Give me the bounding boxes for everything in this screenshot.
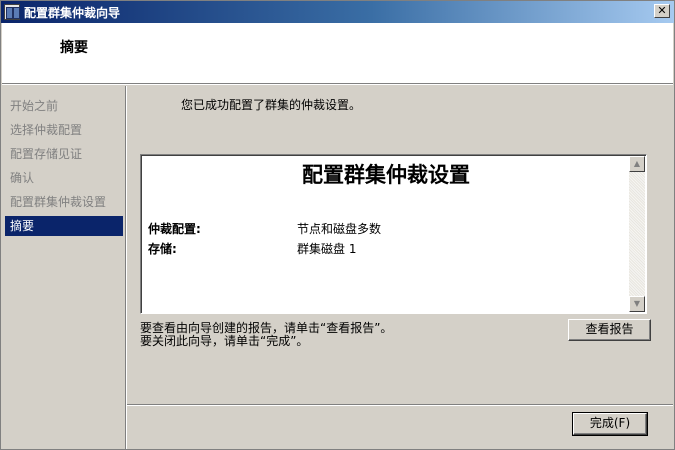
- quorum-config-value: 节点和磁盘多数: [297, 222, 382, 236]
- step-before-you-begin: 开始之前: [10, 99, 59, 113]
- finish-button[interactable]: 完成(F): [572, 412, 648, 436]
- footer-divider-highlight: [127, 405, 673, 406]
- report-view[interactable]: 配置群集仲裁设置 仲裁配置: 节点和磁盘多数 存储: 群集磁盘 1 ▲ ▼: [140, 154, 647, 314]
- wizard-steps: 开始之前 选择仲裁配置 配置存储见证 确认 配置群集仲裁设置 摘要: [2, 86, 126, 449]
- storage-label: 存储:: [148, 242, 177, 256]
- report-scrollbar[interactable]: ▲ ▼: [629, 156, 645, 312]
- scroll-down-icon[interactable]: ▼: [629, 296, 645, 312]
- step-select-quorum-config: 选择仲裁配置: [10, 123, 83, 137]
- view-report-button[interactable]: 查看报告: [568, 319, 651, 341]
- quorum-config-label: 仲裁配置:: [148, 222, 201, 236]
- success-message: 您已成功配置了群集的仲裁设置。: [181, 98, 362, 112]
- title-bar[interactable]: 配置群集仲裁向导 ✕: [1, 1, 674, 23]
- step-configure-quorum-settings: 配置群集仲裁设置: [10, 195, 107, 209]
- close-wizard-hint: 要关闭此向导，请单击“完成”。: [140, 334, 309, 348]
- cluster-icon: [4, 4, 20, 20]
- close-button[interactable]: ✕: [654, 4, 670, 18]
- header-divider: [2, 84, 673, 85]
- wizard-window: 配置群集仲裁向导 ✕ 摘要 开始之前 选择仲裁配置 配置存储见证 确认 配置群集…: [0, 0, 675, 450]
- report-title: 配置群集仲裁设置: [302, 162, 470, 187]
- storage-value: 群集磁盘 1: [297, 242, 357, 256]
- step-confirmation: 确认: [10, 171, 35, 185]
- window-title: 配置群集仲裁向导: [24, 5, 121, 20]
- step-summary: 摘要: [5, 216, 123, 236]
- scroll-up-icon[interactable]: ▲: [629, 156, 645, 172]
- step-configure-storage-witness: 配置存储见证: [10, 147, 83, 161]
- wizard-header: 摘要: [2, 23, 673, 84]
- page-title: 摘要: [60, 40, 88, 56]
- sidebar-divider: [126, 86, 127, 449]
